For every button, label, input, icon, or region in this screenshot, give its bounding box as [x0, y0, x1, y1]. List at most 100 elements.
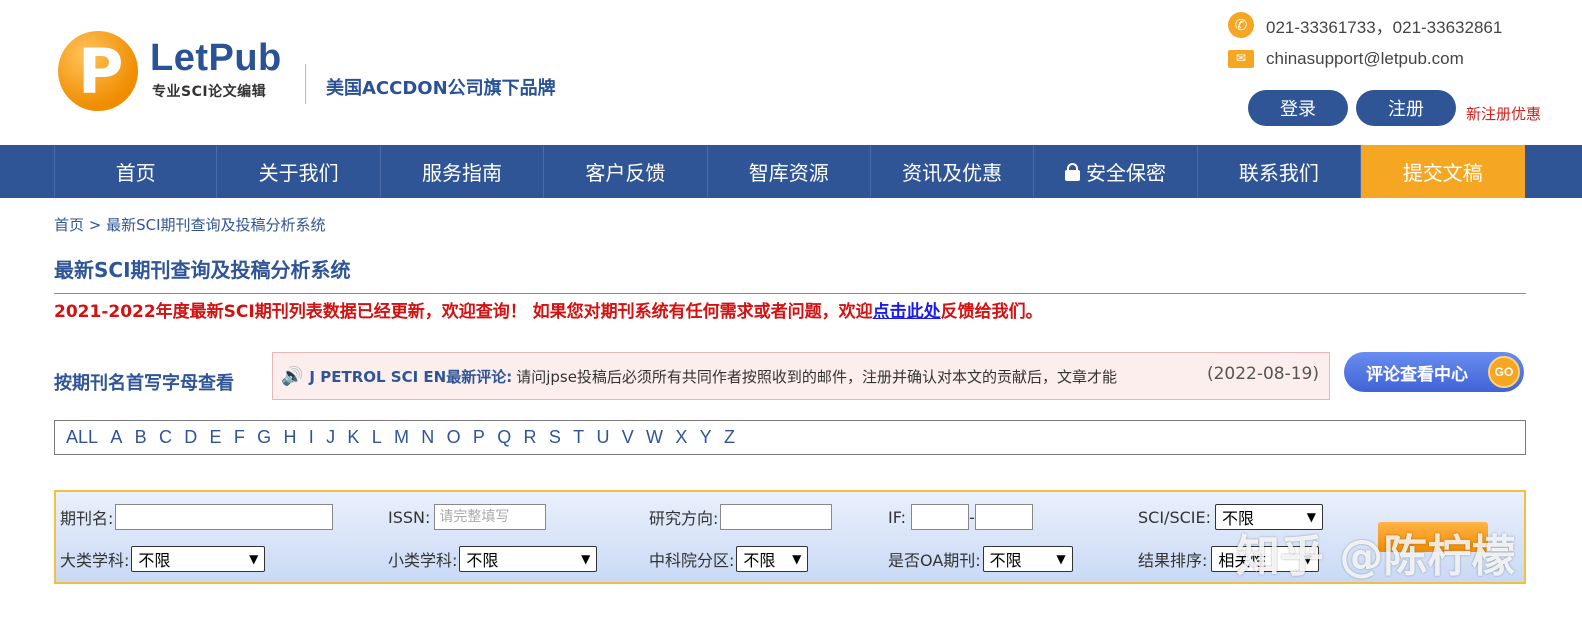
cas-zone-label: 中科院分区:	[649, 551, 735, 570]
chevron-down-icon: ▼	[581, 552, 591, 566]
speaker-icon: 🔊	[281, 365, 304, 387]
letter-n[interactable]: N	[421, 427, 434, 448]
phone-number: 021-33361733，021-33632861	[1266, 17, 1503, 37]
chevron-down-icon: ▼	[1056, 552, 1066, 566]
notice-suffix: 反馈给我们。	[940, 302, 1043, 322]
comment-journal[interactable]: J PETROL SCI EN最新评论:	[309, 366, 512, 387]
journal-name-field: 期刊名:	[60, 504, 334, 530]
alphabet-filter: ALL A B C D E F G H I J K L M N O P Q R …	[54, 420, 1526, 455]
journal-name-input[interactable]	[115, 504, 334, 530]
title-divider	[54, 293, 1526, 294]
nav-about[interactable]: 关于我们	[217, 145, 381, 198]
nav-security[interactable]: 安全保密	[1034, 145, 1198, 198]
letter-l[interactable]: L	[372, 427, 382, 448]
email-address[interactable]: chinasupport@letpub.com	[1266, 49, 1464, 69]
major-subject-label: 大类学科:	[60, 551, 130, 570]
nav-news[interactable]: 资讯及优惠	[871, 145, 1035, 198]
go-icon: GO	[1488, 356, 1520, 388]
letter-t[interactable]: T	[573, 427, 584, 448]
letter-o[interactable]: O	[447, 427, 461, 448]
register-button[interactable]: 注册	[1356, 90, 1456, 126]
letter-h[interactable]: H	[283, 427, 296, 448]
comment-center-button[interactable]: 评论查看中心 GO	[1344, 352, 1524, 392]
nav-feedback[interactable]: 客户反馈	[544, 145, 708, 198]
letter-p[interactable]: P	[473, 427, 485, 448]
letter-e[interactable]: E	[210, 427, 222, 448]
email-contact: ✉ chinasupport@letpub.com	[1228, 49, 1464, 69]
nav-submit[interactable]: 提交文稿	[1361, 145, 1525, 198]
nav-resources[interactable]: 智库资源	[708, 145, 871, 198]
sort-field: 结果排序: 相关性 ▼	[1138, 546, 1320, 572]
comment-text[interactable]: 请问jpse投稿后必须所有共同作者按照收到的邮件，注册并确认对本文的贡献后，文章…	[516, 366, 1117, 387]
research-input[interactable]	[720, 504, 833, 530]
breadcrumb[interactable]: 首页 > 最新SCI期刊查询及投稿分析系统	[54, 214, 326, 235]
nav-services[interactable]: 服务指南	[381, 145, 545, 198]
if-max-input[interactable]	[974, 504, 1033, 530]
letter-s[interactable]: S	[549, 427, 561, 448]
letter-g[interactable]: G	[257, 427, 271, 448]
sort-select-value: 相关性	[1218, 551, 1267, 570]
letter-r[interactable]: R	[524, 427, 537, 448]
letter-k[interactable]: K	[347, 427, 359, 448]
phone-icon: ✆	[1228, 12, 1254, 38]
oa-label: 是否OA期刊:	[888, 551, 981, 570]
latest-comment-ticker[interactable]: 🔊 J PETROL SCI EN最新评论: 请问jpse投稿后必须所有共同作者…	[272, 352, 1330, 400]
letter-u[interactable]: U	[596, 427, 609, 448]
letter-c[interactable]: C	[159, 427, 172, 448]
chevron-down-icon: ▼	[1306, 510, 1316, 524]
letter-q[interactable]: Q	[497, 427, 511, 448]
chevron-down-icon: ▼	[249, 552, 259, 566]
chevron-down-icon: ▼	[1303, 552, 1313, 566]
letter-m[interactable]: M	[394, 427, 409, 448]
sci-field: SCI/SCIE: 不限 ▼	[1138, 504, 1323, 530]
notice-prefix: 2021-2022年度最新SCI期刊列表数据已经更新，欢迎查询！ 如果您对期刊系…	[54, 302, 873, 322]
sci-label: SCI/SCIE:	[1138, 507, 1211, 527]
sci-select[interactable]: 不限 ▼	[1214, 504, 1323, 530]
letter-b[interactable]: B	[135, 427, 147, 448]
register-promo-link[interactable]: 新注册优惠	[1466, 103, 1541, 124]
oa-field: 是否OA期刊: 不限 ▼	[888, 546, 1073, 572]
nav-security-label: 安全保密	[1086, 161, 1167, 185]
lock-icon	[1065, 162, 1081, 181]
letter-w[interactable]: W	[646, 427, 663, 448]
letpub-logo[interactable]: P LetPub 专业SCI论文编辑	[58, 31, 308, 111]
letter-i[interactable]: I	[309, 427, 314, 448]
feedback-link[interactable]: 点击此处	[873, 302, 941, 322]
letter-x[interactable]: X	[675, 427, 687, 448]
page-title: 最新SCI期刊查询及投稿分析系统	[54, 258, 351, 282]
letter-v[interactable]: V	[622, 427, 634, 448]
letter-j[interactable]: J	[326, 427, 335, 448]
sort-label: 结果排序:	[1138, 551, 1208, 570]
major-subject-select[interactable]: 不限 ▼	[131, 546, 266, 572]
main-nav: 首页 关于我们 服务指南 客户反馈 智库资源 资讯及优惠 安全保密 联系我们 提…	[0, 145, 1582, 198]
sci-select-value: 不限	[1221, 509, 1254, 528]
letter-f[interactable]: F	[234, 427, 245, 448]
comment-center-label: 评论查看中心	[1366, 364, 1468, 385]
minor-subject-field: 小类学科: 不限 ▼	[388, 546, 598, 572]
letter-z[interactable]: Z	[724, 427, 735, 448]
journal-search-panel: 期刊名: ISSN: 研究方向: IF: - SCI/SCIE: 不限 ▼ 大类…	[54, 490, 1526, 584]
issn-input[interactable]	[434, 504, 547, 530]
phone-contact: ✆ 021-33361733，021-33632861	[1228, 12, 1502, 38]
oa-select-value: 不限	[989, 551, 1022, 570]
letter-a[interactable]: A	[110, 427, 122, 448]
letter-d[interactable]: D	[184, 427, 197, 448]
cas-zone-select[interactable]: 不限 ▼	[736, 546, 809, 572]
cas-zone-value: 不限	[743, 551, 776, 570]
if-min-input[interactable]	[911, 504, 970, 530]
site-header: P LetPub 专业SCI论文编辑 美国ACCDON公司旗下品牌 ✆ 021-…	[0, 0, 1582, 145]
oa-select[interactable]: 不限 ▼	[982, 546, 1073, 572]
nav-home[interactable]: 首页	[54, 145, 218, 198]
letter-all[interactable]: ALL	[66, 427, 98, 448]
research-field: 研究方向:	[649, 504, 833, 530]
issn-field: ISSN:	[388, 504, 547, 530]
alpha-browse-label: 按期刊名首写字母查看	[54, 373, 234, 394]
search-button[interactable]	[1378, 522, 1488, 552]
sort-select[interactable]: 相关性 ▼	[1211, 546, 1320, 572]
logo-letter: P	[78, 35, 124, 108]
letter-y[interactable]: Y	[700, 427, 712, 448]
major-subject-field: 大类学科: 不限 ▼	[60, 546, 266, 572]
nav-contact[interactable]: 联系我们	[1198, 145, 1362, 198]
minor-subject-select[interactable]: 不限 ▼	[459, 546, 598, 572]
login-button[interactable]: 登录	[1248, 90, 1348, 126]
